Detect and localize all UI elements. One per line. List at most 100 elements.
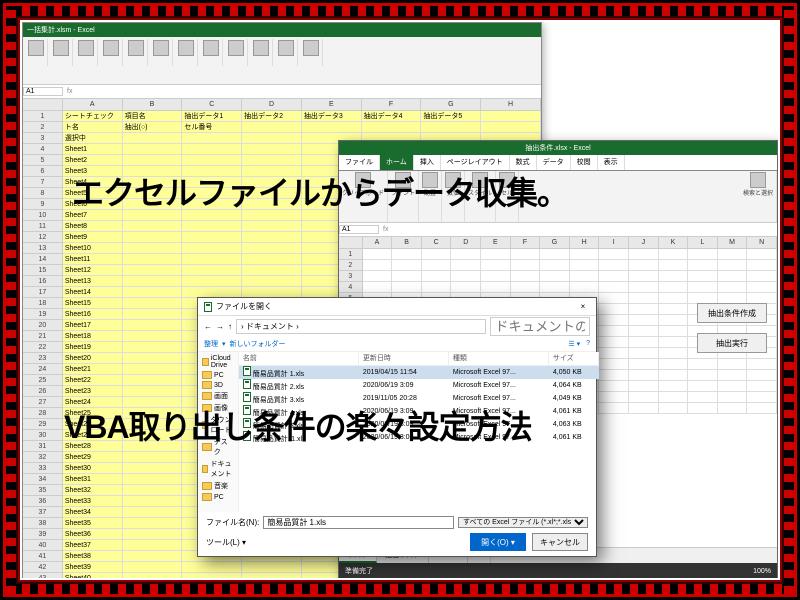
ribbon-group[interactable]: 検索と選択 <box>740 171 777 222</box>
cell[interactable] <box>123 320 183 331</box>
sidebar-item[interactable]: PC <box>200 492 236 502</box>
cell[interactable]: 抽出(○) <box>123 122 183 133</box>
ribbon-tab[interactable]: 表示 <box>598 155 625 170</box>
cell[interactable] <box>659 282 689 293</box>
cell[interactable] <box>123 529 183 540</box>
cell[interactable]: Sheet22 <box>63 375 123 386</box>
cell[interactable]: Sheet23 <box>63 386 123 397</box>
cell[interactable] <box>599 326 629 337</box>
cell[interactable] <box>182 133 242 144</box>
cell[interactable] <box>747 392 777 403</box>
column-header[interactable] <box>23 99 63 111</box>
cell[interactable] <box>451 271 481 282</box>
row-header[interactable]: 39 <box>23 529 63 540</box>
row-header[interactable]: 3 <box>23 133 63 144</box>
help-icon[interactable]: ? <box>586 340 590 347</box>
row-header[interactable]: 3 <box>339 271 363 282</box>
cell[interactable]: 抽出データ3 <box>302 111 362 122</box>
ribbon-button[interactable] <box>150 39 173 66</box>
cell[interactable]: Sheet19 <box>63 342 123 353</box>
cell[interactable]: Sheet1 <box>63 144 123 155</box>
cell[interactable]: Sheet9 <box>63 232 123 243</box>
cell[interactable]: Sheet30 <box>63 463 123 474</box>
cell[interactable] <box>481 282 511 293</box>
ribbon-button[interactable] <box>125 39 148 66</box>
ribbon-button[interactable] <box>250 39 273 66</box>
cell[interactable] <box>718 359 748 370</box>
cell[interactable] <box>123 463 183 474</box>
ribbon-button[interactable] <box>75 39 98 66</box>
cell[interactable] <box>123 485 183 496</box>
cell[interactable] <box>659 381 689 392</box>
column-header[interactable]: K <box>659 237 689 249</box>
file-row[interactable]: 簡易品質計 2.xls2020/06/19 3:09Microsoft Exce… <box>239 379 599 392</box>
cell[interactable] <box>659 271 689 282</box>
cell[interactable] <box>540 260 570 271</box>
cell[interactable] <box>629 315 659 326</box>
cell[interactable]: 抽出データ5 <box>421 111 481 122</box>
row-header[interactable]: 2 <box>339 260 363 271</box>
cell[interactable] <box>599 315 629 326</box>
column-header[interactable]: B <box>123 99 183 111</box>
column-header[interactable]: H <box>570 237 600 249</box>
cell[interactable] <box>747 403 777 414</box>
cell[interactable]: 抽出データ4 <box>362 111 422 122</box>
row-header[interactable]: 41 <box>23 551 63 562</box>
cell[interactable] <box>747 381 777 392</box>
row-header[interactable]: 13 <box>23 243 63 254</box>
cell[interactable] <box>363 282 393 293</box>
cell[interactable] <box>123 507 183 518</box>
cell[interactable] <box>599 282 629 293</box>
close-icon[interactable]: × <box>576 302 590 311</box>
cell[interactable] <box>302 122 362 133</box>
table-row[interactable]: 2ト名抽出(○)セル番号 <box>23 122 541 133</box>
cell[interactable] <box>123 243 183 254</box>
organize-menu[interactable]: 整理 <box>204 339 218 349</box>
cell[interactable]: Sheet29 <box>63 452 123 463</box>
row-header[interactable]: 14 <box>23 254 63 265</box>
column-header[interactable]: A <box>63 99 123 111</box>
ribbon-button[interactable] <box>50 39 73 66</box>
table-row[interactable]: 4 <box>339 282 777 293</box>
cell[interactable] <box>123 540 183 551</box>
cell[interactable]: Sheet2 <box>63 155 123 166</box>
cell[interactable] <box>629 304 659 315</box>
column-header[interactable]: I <box>599 237 629 249</box>
cell[interactable] <box>182 144 242 155</box>
ribbon-button[interactable] <box>275 39 298 66</box>
cell[interactable] <box>659 359 689 370</box>
cell[interactable] <box>629 260 659 271</box>
row-header[interactable]: 33 <box>23 463 63 474</box>
table-row[interactable]: 1シートチェック項目名抽出データ1抽出データ2抽出データ3抽出データ4抽出データ… <box>23 111 541 122</box>
cell[interactable] <box>123 562 183 573</box>
cell[interactable]: ト名 <box>63 122 123 133</box>
file-column-header[interactable]: 更新日時 <box>359 352 449 365</box>
cell[interactable] <box>363 271 393 282</box>
cell[interactable] <box>363 249 393 260</box>
cell[interactable]: シートチェック <box>63 111 123 122</box>
cell[interactable] <box>392 271 422 282</box>
cell[interactable] <box>599 392 629 403</box>
cell[interactable]: Sheet13 <box>63 276 123 287</box>
cell[interactable] <box>659 370 689 381</box>
ribbon-button[interactable] <box>225 39 248 66</box>
row-header[interactable]: 11 <box>23 221 63 232</box>
cell[interactable] <box>123 144 183 155</box>
cell[interactable] <box>629 392 659 403</box>
row-header[interactable]: 6 <box>23 166 63 177</box>
cell[interactable]: 抽出データ1 <box>182 111 242 122</box>
row-header[interactable]: 8 <box>23 188 63 199</box>
cell[interactable] <box>659 260 689 271</box>
cell[interactable] <box>123 518 183 529</box>
cell[interactable] <box>123 331 183 342</box>
row-header[interactable]: 12 <box>23 232 63 243</box>
column-header[interactable]: G <box>421 99 481 111</box>
name-box[interactable]: A1 <box>23 87 63 96</box>
cell[interactable] <box>718 392 748 403</box>
cell[interactable] <box>747 271 777 282</box>
new-folder-button[interactable]: 新しいフォルダー <box>230 339 286 349</box>
cell[interactable] <box>688 271 718 282</box>
cell[interactable]: 項目名 <box>123 111 183 122</box>
cell[interactable]: Sheet34 <box>63 507 123 518</box>
cell[interactable] <box>123 155 183 166</box>
